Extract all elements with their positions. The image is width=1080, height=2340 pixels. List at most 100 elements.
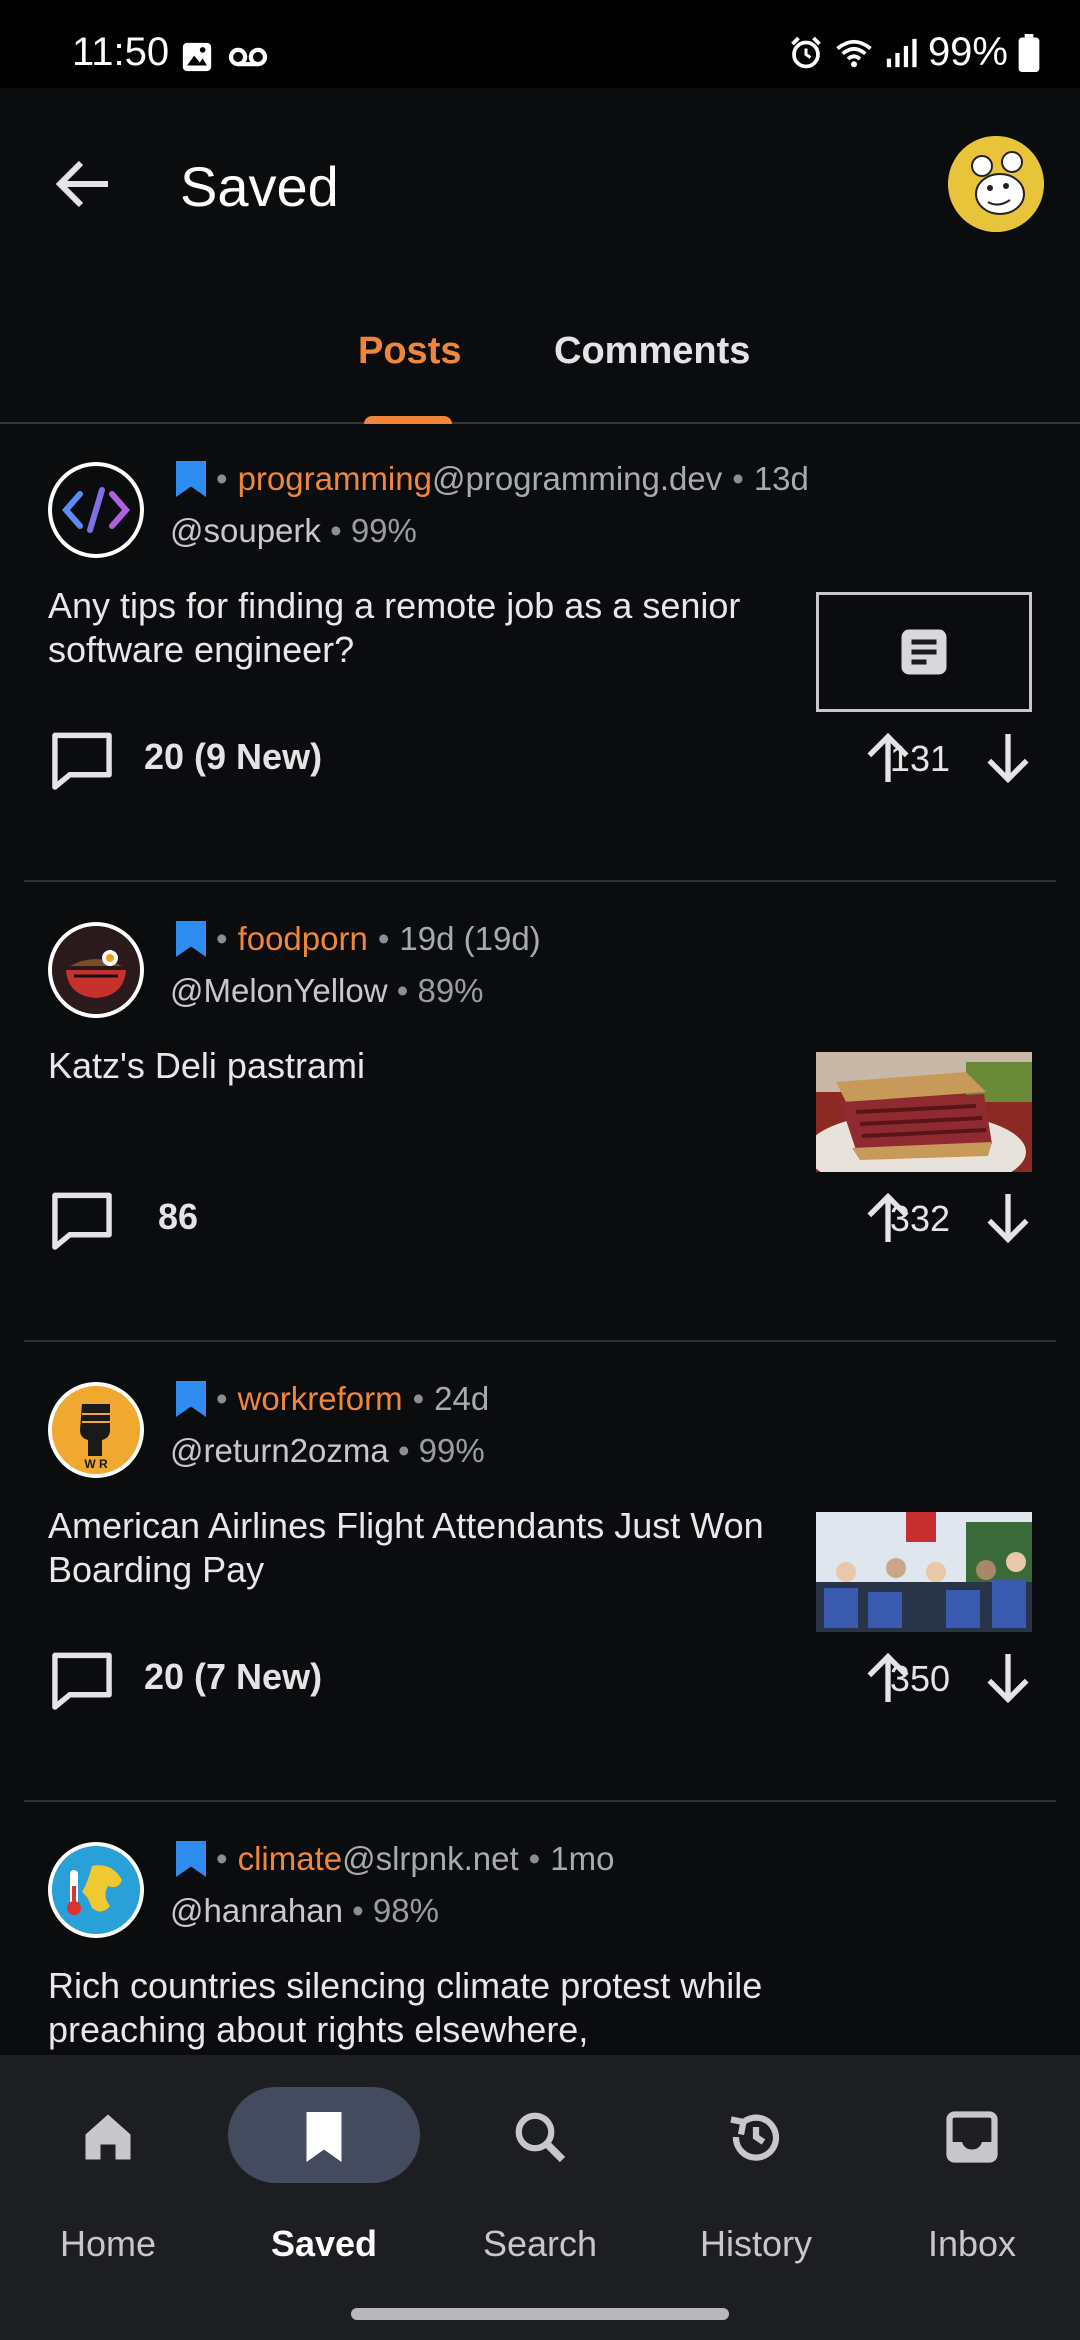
comments-button[interactable] — [50, 730, 114, 790]
tab-posts[interactable]: Posts — [358, 330, 461, 373]
nav-history[interactable]: History — [656, 2087, 856, 2287]
wifi-icon — [834, 35, 874, 71]
community-link[interactable]: programming@programming.dev — [238, 460, 723, 498]
comments-button[interactable] — [50, 1190, 114, 1250]
post-thumbnail[interactable] — [816, 1512, 1032, 1632]
community-link[interactable]: climate@slrpnk.net — [238, 1840, 519, 1878]
nav-saved[interactable]: Saved — [224, 2087, 424, 2287]
bookmark-icon — [176, 461, 206, 497]
svg-text:W R: W R — [84, 1457, 108, 1471]
comments-count: 20 (9 New) — [144, 736, 323, 777]
post-age: 1mo — [550, 1840, 615, 1877]
post-card[interactable]: • foodporn • 19d (19d) @MelonYellow • 89… — [0, 884, 1080, 1344]
upvote-ratio: 99% — [350, 512, 417, 549]
upvote-ratio: 99% — [418, 1432, 485, 1469]
downvote-button[interactable] — [976, 1646, 1040, 1710]
post-title[interactable]: Rich countries silencing climate protest… — [48, 1964, 808, 2052]
bookmark-icon — [176, 1381, 206, 1417]
post-meta: • programming@programming.dev • 13d — [176, 460, 809, 498]
arrow-down-icon — [987, 734, 1029, 784]
post-title[interactable]: Any tips for finding a remote job as a s… — [48, 584, 808, 672]
post-author-line: @souperk • 99% — [170, 512, 417, 549]
community-link[interactable]: workreform — [238, 1380, 403, 1418]
author-link[interactable]: @MelonYellow — [170, 972, 388, 1009]
nav-inbox[interactable]: Inbox — [872, 2087, 1072, 2287]
upvote-ratio: 98% — [372, 1892, 439, 1929]
nav-home[interactable]: Home — [8, 2087, 208, 2287]
signal-icon — [884, 36, 918, 70]
page-title: Saved — [180, 155, 339, 218]
downvote-button[interactable] — [976, 1186, 1040, 1250]
protest-image — [816, 1512, 1032, 1632]
comments-count: 86 — [158, 1196, 199, 1237]
tab-comments[interactable]: Comments — [554, 330, 750, 373]
post-score: 350 — [889, 1658, 950, 1699]
home-icon — [78, 2107, 138, 2167]
post-thumbnail[interactable] — [816, 592, 1032, 712]
status-time: 11:50 — [72, 30, 170, 74]
downvote-button[interactable] — [976, 726, 1040, 790]
bookmark-icon — [294, 2107, 354, 2167]
search-icon — [510, 2107, 570, 2167]
comments-button[interactable] — [50, 1650, 114, 1710]
status-notification-icons — [180, 40, 268, 74]
post-card[interactable]: • programming@programming.dev • 13d @sou… — [0, 424, 1080, 884]
community-avatar[interactable] — [48, 1842, 144, 1938]
app-bar: Saved — [0, 88, 1080, 288]
arrow-down-icon — [987, 1654, 1029, 1704]
battery-percent: 99% — [927, 30, 1008, 74]
arrow-back-icon — [48, 148, 120, 220]
voicemail-icon — [228, 40, 268, 74]
community-avatar[interactable]: W R — [48, 1382, 144, 1478]
comment-icon — [52, 1652, 112, 1710]
nav-search[interactable]: Search — [440, 2087, 640, 2287]
text-post-icon — [901, 629, 947, 675]
post-meta: • foodporn • 19d (19d) — [176, 920, 541, 958]
code-brackets-icon — [62, 487, 130, 533]
post-meta: • workreform • 24d — [176, 1380, 489, 1418]
upvote-ratio: 89% — [417, 972, 484, 1009]
divider — [24, 1800, 1056, 1802]
gesture-bar[interactable] — [351, 2308, 729, 2320]
tab-indicator — [364, 416, 452, 424]
divider — [24, 880, 1056, 882]
battery-icon — [1018, 33, 1040, 72]
post-meta: • climate@slrpnk.net • 1mo — [176, 1840, 614, 1878]
author-link[interactable]: @hanrahan — [170, 1892, 343, 1929]
post-age: 24d — [434, 1380, 490, 1417]
post-thumbnail[interactable] — [816, 1052, 1032, 1172]
community-link[interactable]: foodporn — [238, 920, 368, 958]
post-author-line: @MelonYellow • 89% — [170, 972, 484, 1009]
post-age: 13d — [753, 460, 809, 497]
community-avatar[interactable] — [48, 462, 144, 558]
post-author-line: @return2ozma • 99% — [170, 1432, 485, 1469]
ramen-bowl-icon — [52, 926, 140, 1014]
post-score: 332 — [889, 1198, 950, 1239]
user-avatar-button[interactable] — [948, 136, 1044, 232]
comment-icon — [52, 732, 112, 790]
bookmark-icon — [176, 1841, 206, 1877]
gallery-icon — [180, 40, 214, 74]
sandwich-image — [816, 1052, 1032, 1172]
post-title[interactable]: American Airlines Flight Attendants Just… — [48, 1504, 808, 1592]
alarm-icon — [788, 35, 824, 71]
raised-fist-icon: W R — [52, 1386, 140, 1474]
globe-thermometer-icon — [52, 1846, 140, 1934]
bottom-navigation: Home Saved Search History Inbox — [0, 2055, 1080, 2340]
author-link[interactable]: @souperk — [170, 512, 321, 549]
comments-count: 20 (7 New) — [144, 1656, 323, 1697]
status-bar: 11:50 99% — [0, 0, 1080, 88]
post-title[interactable]: Katz's Deli pastrami — [48, 1044, 808, 1088]
history-icon — [726, 2107, 786, 2167]
back-button[interactable] — [48, 148, 120, 220]
community-avatar[interactable] — [48, 922, 144, 1018]
post-card[interactable]: W R • workreform • 24d @return2ozma • 99… — [0, 1344, 1080, 1804]
post-score: 131 — [889, 738, 950, 779]
inbox-icon — [942, 2107, 1002, 2167]
post-author-line: @hanrahan • 98% — [170, 1892, 439, 1929]
divider — [24, 1340, 1056, 1342]
author-link[interactable]: @return2ozma — [170, 1432, 389, 1469]
bookmark-icon — [176, 921, 206, 957]
tab-bar: Posts Comments — [0, 300, 1080, 424]
lemmy-mascot-icon — [948, 136, 1044, 232]
